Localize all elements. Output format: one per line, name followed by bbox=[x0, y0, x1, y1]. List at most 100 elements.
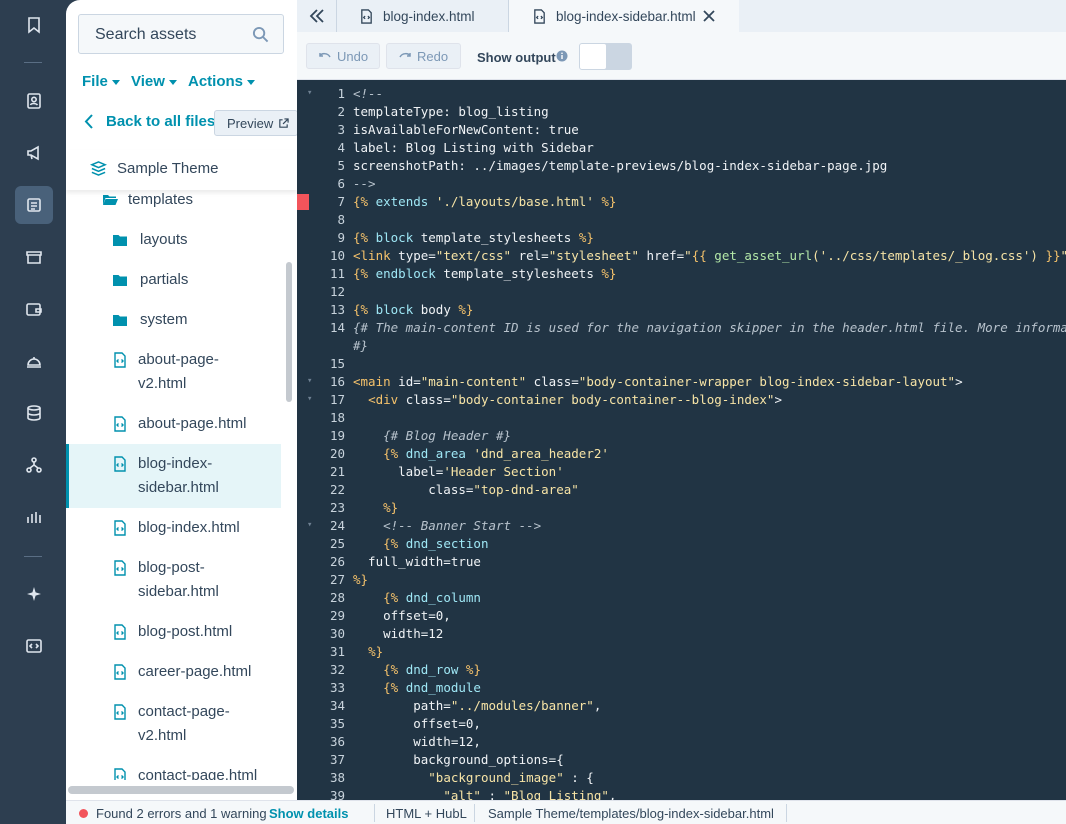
view-menu[interactable]: View bbox=[131, 73, 177, 90]
contacts-icon[interactable] bbox=[15, 82, 53, 120]
code-line[interactable]: %} bbox=[353, 500, 398, 515]
actions-menu[interactable]: Actions bbox=[188, 73, 256, 90]
tree-file-blog-index-sidebar[interactable]: blog-index- sidebar.html bbox=[66, 444, 281, 508]
tree-file-contact-page-v2[interactable]: contact-page- v2.html bbox=[66, 700, 281, 748]
service-bell-icon[interactable] bbox=[15, 342, 53, 380]
line-number: 26 bbox=[329, 554, 345, 569]
code-line[interactable]: width=12, bbox=[353, 734, 481, 749]
code-line[interactable]: "alt" : "Blog Listing", bbox=[353, 788, 616, 800]
tree-folder-templates[interactable]: templates bbox=[66, 188, 281, 212]
back-to-all-files-link[interactable]: Back to all files bbox=[84, 113, 215, 130]
theme-header[interactable]: Sample Theme bbox=[66, 150, 297, 190]
search-input[interactable]: Search assets bbox=[78, 14, 284, 54]
tree-item-label-line2: sidebar.html bbox=[138, 583, 219, 600]
reports-icon[interactable] bbox=[15, 498, 53, 536]
language-indicator[interactable]: HTML + HubL bbox=[386, 806, 467, 821]
tree-file-blog-post-sidebar[interactable]: blog-post- sidebar.html bbox=[66, 556, 281, 604]
code-line[interactable]: path="../modules/banner", bbox=[353, 698, 601, 713]
show-details-link[interactable]: Show details bbox=[269, 806, 348, 821]
code-line[interactable]: <!-- bbox=[353, 86, 383, 101]
workflows-icon[interactable] bbox=[15, 446, 53, 484]
code-line[interactable]: {% endblock template_stylesheets %} bbox=[353, 266, 616, 281]
sparkle-icon[interactable] bbox=[15, 575, 53, 613]
tree-folder-system[interactable]: system bbox=[66, 308, 281, 332]
code-line[interactable]: label='Header Section' bbox=[353, 464, 564, 479]
code-editor[interactable]: 1 ▾ <!-- 2 templateType: blog_listing 3 isAvai… bbox=[297, 80, 1066, 800]
fold-toggle-icon[interactable]: ▾ bbox=[307, 520, 315, 530]
tree-item-label: blog-post- bbox=[138, 559, 205, 576]
developer-code-icon[interactable] bbox=[15, 627, 53, 665]
tree-file-blog-index[interactable]: blog-index.html bbox=[66, 516, 281, 540]
code-line[interactable]: {# The main-content ID is used for the n… bbox=[353, 320, 1066, 335]
tree-file-about-page[interactable]: about-page.html bbox=[66, 412, 281, 436]
code-line[interactable]: label: Blog Listing with Sidebar bbox=[353, 140, 594, 155]
bookmark-icon[interactable] bbox=[15, 6, 53, 44]
collapse-sidebar-button[interactable] bbox=[297, 0, 337, 32]
tree-file-career-page[interactable]: career-page.html bbox=[66, 660, 281, 684]
redo-label: Redo bbox=[417, 48, 449, 64]
undo-button[interactable]: Undo bbox=[306, 43, 380, 69]
code-line[interactable]: background_options={ bbox=[353, 752, 564, 767]
back-label: Back to all files bbox=[106, 113, 216, 130]
folder-icon bbox=[113, 235, 127, 246]
code-line[interactable]: {% dnd_area 'dnd_area_header2' bbox=[353, 446, 609, 461]
code-line[interactable]: #} bbox=[353, 338, 368, 353]
commerce-icon[interactable] bbox=[15, 238, 53, 276]
fold-toggle-icon[interactable]: ▾ bbox=[307, 88, 315, 98]
tree-item-label: about-page.html bbox=[138, 415, 247, 432]
code-line[interactable]: width=12 bbox=[353, 626, 443, 641]
chevron-down-icon bbox=[247, 80, 256, 85]
code-line[interactable]: <div class="body-container body-containe… bbox=[353, 392, 782, 407]
code-line[interactable]: <main id="main-content" class="body-cont… bbox=[353, 374, 963, 389]
error-marker[interactable] bbox=[297, 194, 309, 210]
rail-divider bbox=[24, 556, 42, 557]
code-line[interactable]: %} bbox=[353, 644, 383, 659]
code-line[interactable]: %} bbox=[353, 572, 368, 587]
code-line[interactable]: {% dnd_column bbox=[353, 590, 481, 605]
search-icon[interactable] bbox=[252, 26, 269, 43]
code-line[interactable]: {# Blog Header #} bbox=[353, 428, 511, 443]
code-line[interactable]: class="top-dnd-area" bbox=[353, 482, 579, 497]
view-menu-label: View bbox=[131, 73, 165, 90]
redo-button[interactable]: Redo bbox=[386, 43, 461, 69]
code-line[interactable]: {% dnd_section bbox=[353, 536, 488, 551]
wallet-icon[interactable] bbox=[15, 290, 53, 328]
content-icon[interactable] bbox=[15, 186, 53, 224]
code-line[interactable]: {% dnd_module bbox=[353, 680, 481, 695]
code-line[interactable]: {% block template_stylesheets %} bbox=[353, 230, 594, 245]
code-line[interactable]: {% dnd_row %} bbox=[353, 662, 481, 677]
tree-folder-partials[interactable]: partials bbox=[66, 268, 281, 292]
code-line[interactable]: <!-- Banner Start --> bbox=[353, 518, 541, 533]
line-number: 28 bbox=[329, 590, 345, 605]
code-line[interactable]: screenshotPath: ../images/template-previ… bbox=[353, 158, 887, 173]
code-line[interactable]: offset=0, bbox=[353, 608, 451, 623]
code-line[interactable]: --> bbox=[353, 176, 376, 191]
code-line[interactable]: isAvailableForNewContent: true bbox=[353, 122, 579, 137]
tree-file-about-page-v2[interactable]: about-page- v2.html bbox=[66, 348, 281, 396]
tree-file-contact-page[interactable]: contact-page.html bbox=[66, 764, 281, 780]
database-icon[interactable] bbox=[15, 394, 53, 432]
tree-folder-layouts[interactable]: layouts bbox=[66, 228, 281, 252]
close-icon[interactable] bbox=[702, 9, 716, 23]
code-line[interactable]: full_width=true bbox=[353, 554, 481, 569]
fold-toggle-icon[interactable]: ▾ bbox=[307, 376, 315, 386]
tree-file-blog-post[interactable]: blog-post.html bbox=[66, 620, 281, 644]
file-tree-horizontal-scrollbar[interactable] bbox=[68, 786, 294, 794]
show-output-toggle[interactable] bbox=[579, 43, 632, 70]
code-line[interactable]: {% extends './layouts/base.html' %} bbox=[353, 194, 616, 209]
fold-toggle-icon[interactable]: ▾ bbox=[307, 394, 315, 404]
file-menu[interactable]: File bbox=[82, 73, 120, 90]
tree-item-label: blog-post.html bbox=[138, 623, 233, 640]
code-line[interactable]: "background_image" : { bbox=[353, 770, 594, 785]
code-line[interactable]: templateType: blog_listing bbox=[353, 104, 549, 119]
code-line[interactable]: <link type="text/css" rel="stylesheet" h… bbox=[353, 248, 1066, 263]
preview-button[interactable]: Preview bbox=[214, 110, 297, 136]
code-line[interactable]: {% block body %} bbox=[353, 302, 473, 317]
info-icon[interactable] bbox=[556, 50, 568, 62]
line-number: 1 bbox=[337, 86, 345, 101]
tab-blog-index[interactable]: blog-index.html bbox=[337, 0, 509, 32]
file-tree-scrollbar[interactable] bbox=[286, 262, 292, 402]
megaphone-icon[interactable] bbox=[15, 134, 53, 172]
tab-blog-index-sidebar[interactable]: blog-index-sidebar.html bbox=[509, 0, 739, 32]
code-line[interactable]: offset=0, bbox=[353, 716, 481, 731]
